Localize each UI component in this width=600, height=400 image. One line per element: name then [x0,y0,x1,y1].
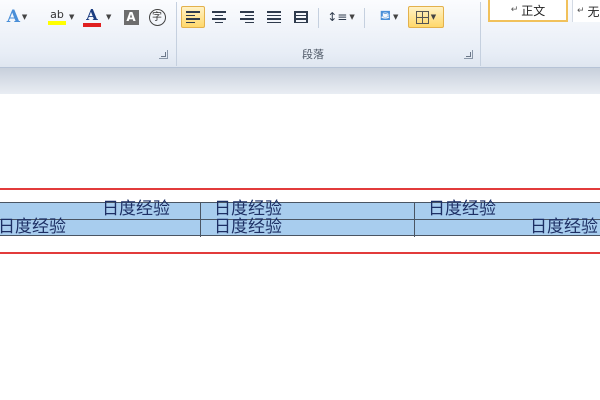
line-spacing-button[interactable]: ↕≡ ▼ [324,6,358,28]
chevron-down-icon: ▼ [349,13,355,21]
style-normal[interactable]: ↵ 正文 [488,0,568,22]
enclose-char-icon: 字 [148,8,166,26]
paragraph-dialog-launcher-icon[interactable] [464,50,473,59]
align-left-icon [186,11,200,24]
align-right-icon [240,11,254,24]
distributed-button[interactable] [290,6,312,28]
font-color-bar [83,22,101,27]
highlight-icon: ab [50,8,64,21]
document-top-bar [0,68,600,94]
char-shading-button[interactable]: A [121,6,141,28]
chevron-down-icon: ▼ [21,13,28,21]
separator [364,8,365,28]
borders-icon [415,10,429,24]
style-no-spacing-label: 无 [587,4,600,19]
align-left-button[interactable] [181,6,205,28]
paragraph-mark-icon: ↵ [510,5,519,15]
borders-button[interactable]: ▼ [408,6,444,28]
shading-button[interactable]: ⛾ ▼ [372,6,406,28]
chevron-down-icon: ▼ [393,13,399,21]
text-effects-button[interactable]: A ▼ [6,6,28,28]
paragraph-mark-icon: ↵ [577,6,585,16]
chevron-down-icon[interactable]: ▼ [106,13,111,21]
align-right-button[interactable] [236,6,258,28]
justify-button[interactable] [263,6,285,28]
font-color-button[interactable]: A [80,6,104,28]
justify-icon [267,11,281,24]
paragraph-group-label: 段落 [302,48,324,61]
style-normal-label: 正文 [521,3,546,18]
distributed-icon [294,11,308,24]
chevron-down-icon[interactable]: ▼ [69,13,74,21]
highlight-color-bar [48,21,66,25]
line-spacing-icon: ↕≡ [327,10,348,24]
group-separator [480,2,481,66]
separator [318,8,319,28]
text-effects-icon: A [6,7,20,27]
font-color-icon: A [86,5,98,24]
chevron-down-icon: ▼ [430,13,437,21]
paint-bucket-icon: ⛾ [379,8,392,24]
group-separator [176,2,177,66]
font-dialog-launcher-icon[interactable] [159,50,168,59]
align-center-button[interactable] [208,6,230,28]
enclose-char-button[interactable]: 字 [146,6,168,28]
char-shading-icon: A [123,9,139,25]
style-no-spacing[interactable]: ↵ 无 [572,0,600,22]
ribbon: A ▼ ab ▼ A ▼ A 字 ↕≡ ▼ ⛾ ▼ ▼ 段落 ↵ 正文 ↵ 无 [0,0,600,68]
align-center-icon [212,11,226,24]
highlight-box [0,188,600,254]
